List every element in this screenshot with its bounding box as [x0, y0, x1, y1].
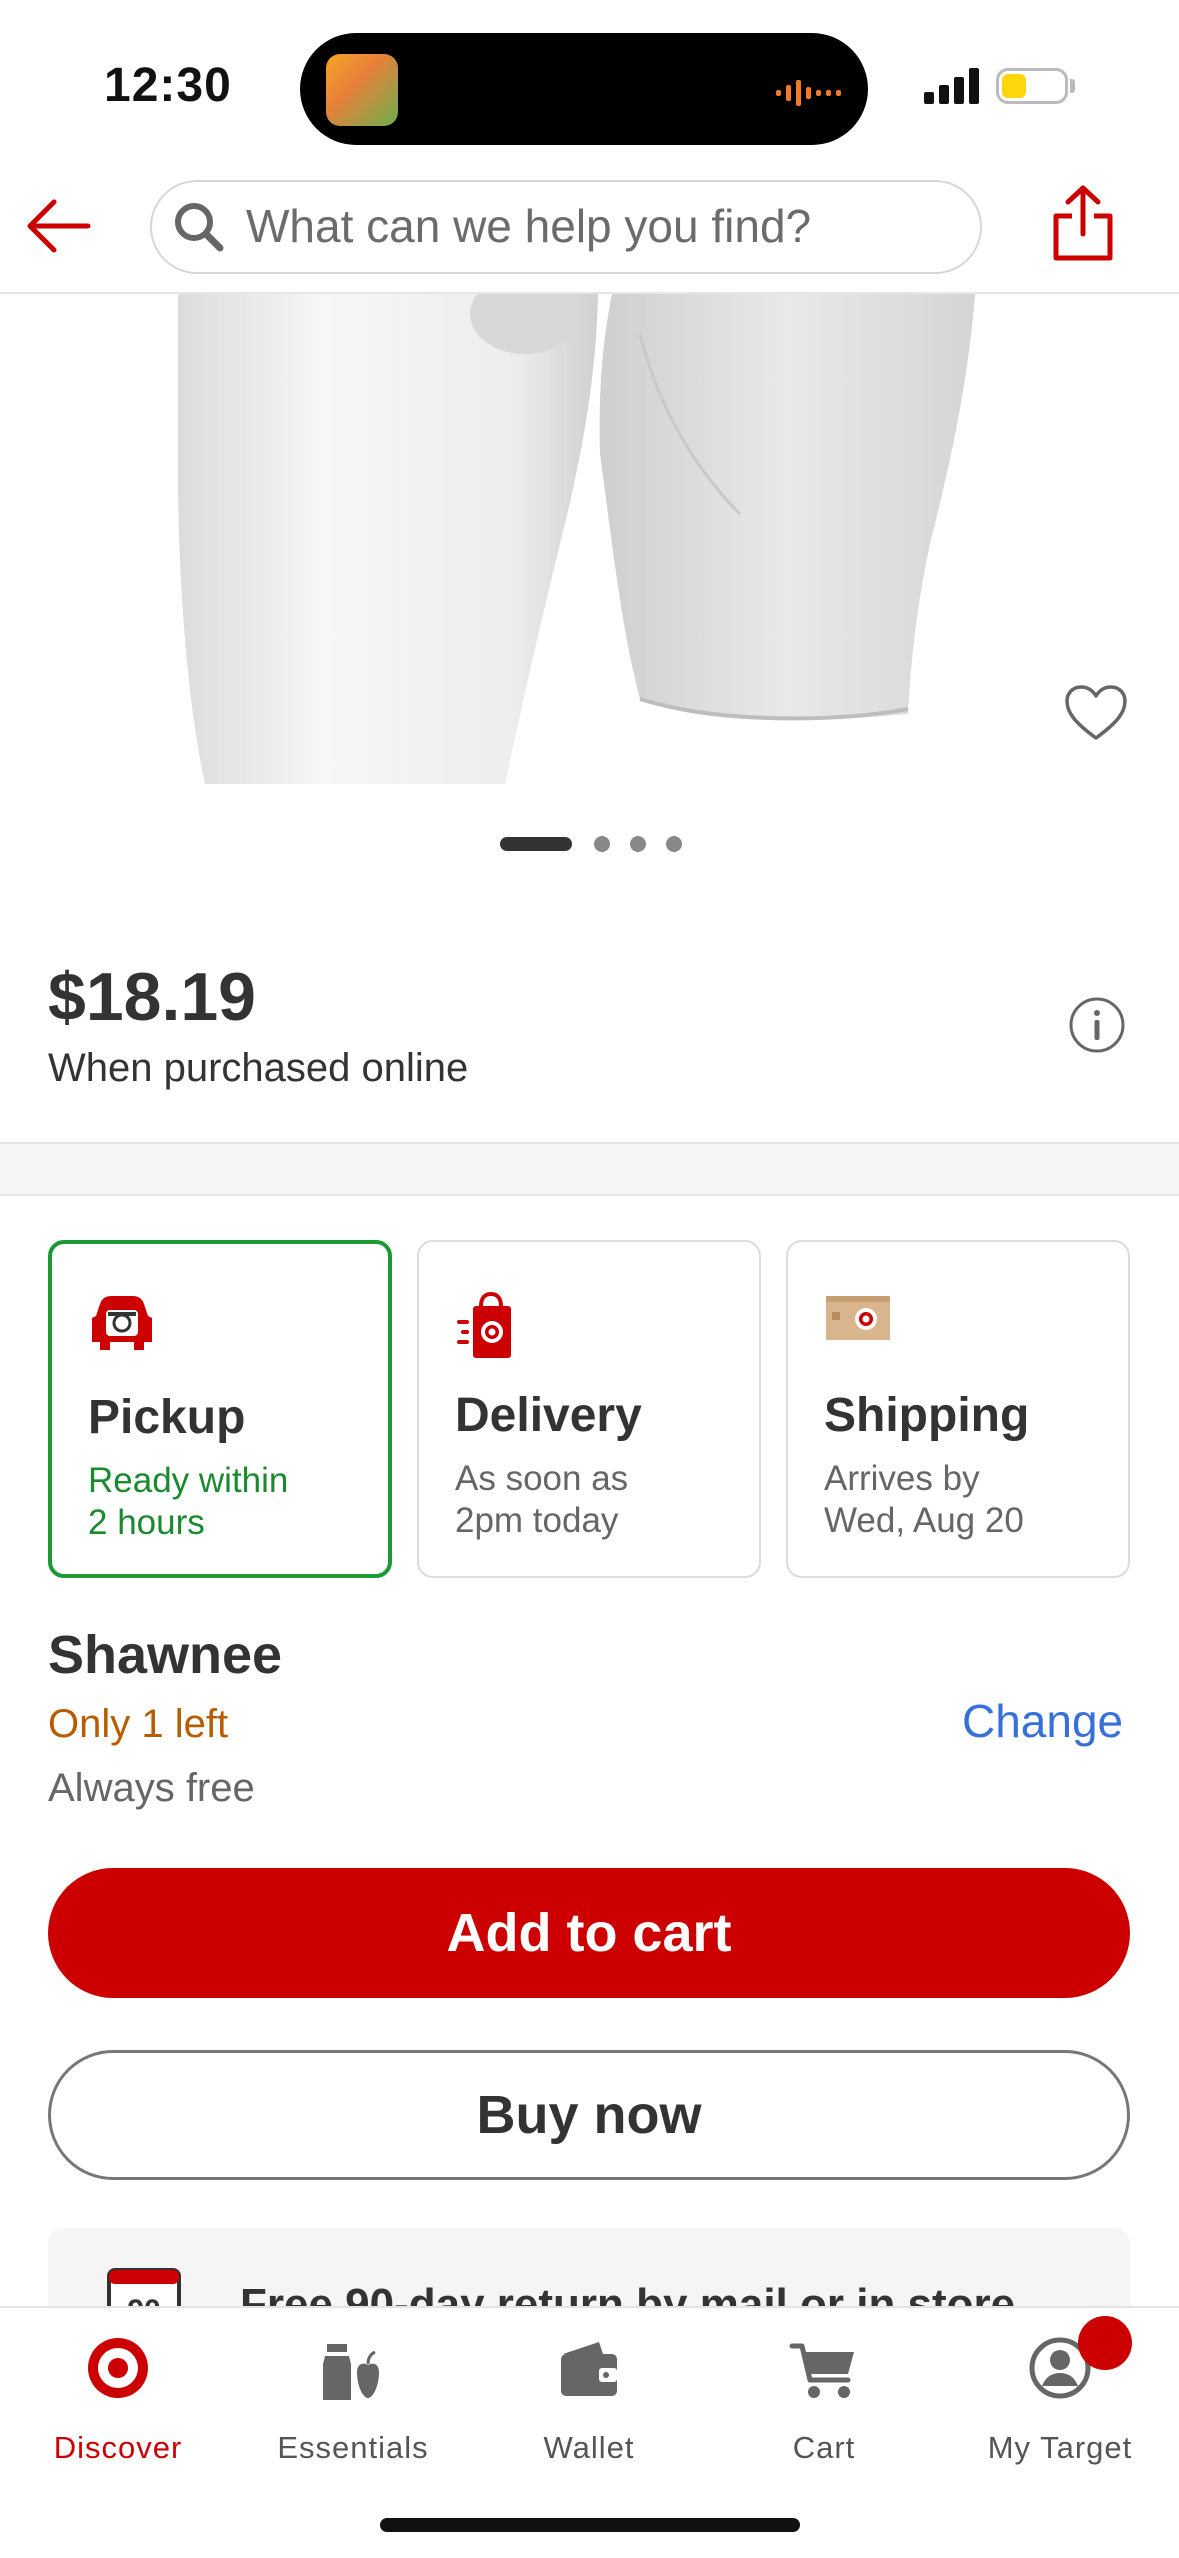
notification-badge [1078, 2316, 1132, 2370]
fulfillment-subtitle: Arrives by Wed, Aug 20 [824, 1458, 1114, 1542]
now-playing-artwork[interactable] [326, 54, 398, 126]
cellular-signal-icon [924, 68, 979, 104]
fulfillment-pickup-card[interactable]: Pickup Ready within 2 hours [48, 1240, 392, 1578]
shipping-box-icon [826, 1296, 890, 1340]
nav-essentials[interactable]: Essentials [253, 2328, 453, 2466]
image-carousel-indicator[interactable] [500, 834, 690, 854]
nav-label: Essentials [277, 2430, 429, 2465]
fulfillment-subtitle: Ready within 2 hours [88, 1460, 378, 1544]
nav-label: Cart [792, 2430, 856, 2465]
product-image[interactable] [0, 294, 1179, 794]
favorite-heart-icon[interactable] [1064, 684, 1128, 742]
home-indicator[interactable] [380, 2518, 800, 2532]
fulfillment-subtitle-line1: Ready within [88, 1461, 289, 1500]
fulfillment-shipping-card[interactable]: Shipping Arrives by Wed, Aug 20 [786, 1240, 1130, 1578]
nav-cart[interactable]: Cart [724, 2328, 924, 2466]
fulfillment-title: Delivery [455, 1389, 642, 1442]
product-price: $18.19 [48, 959, 256, 1035]
back-arrow-icon[interactable] [24, 196, 94, 256]
fulfillment-subtitle-line1: Arrives by [824, 1459, 980, 1498]
buy-now-button[interactable]: Buy now [48, 2050, 1130, 2180]
fulfillment-delivery-card[interactable]: Delivery As soon as 2pm today [417, 1240, 761, 1578]
fulfillment-subtitle-line1: As soon as [455, 1459, 629, 1498]
cart-icon [789, 2343, 854, 2398]
battery-level [1002, 74, 1026, 98]
wallet-icon [561, 2342, 617, 2396]
store-name: Shawnee [48, 1625, 283, 1685]
fulfillment-subtitle-line2: 2 hours [88, 1503, 205, 1542]
target-bullseye-icon [88, 2338, 148, 2398]
price-note: When purchased online [48, 1046, 469, 1090]
fulfillment-title: Pickup [88, 1391, 246, 1444]
essentials-icon [323, 2344, 379, 2400]
nav-discover[interactable]: Discover [18, 2328, 218, 2466]
fulfillment-subtitle-line2: 2pm today [455, 1501, 619, 1540]
section-divider [0, 1142, 1179, 1196]
nav-wallet[interactable]: Wallet [489, 2328, 689, 2466]
search-icon [175, 203, 224, 252]
info-icon[interactable] [1068, 996, 1126, 1054]
share-icon[interactable] [1050, 184, 1116, 264]
add-to-cart-button[interactable]: Add to cart [48, 1868, 1130, 1998]
change-store-link[interactable]: Change [962, 1694, 1123, 1748]
audio-waveform-icon [776, 80, 841, 106]
fulfillment-subtitle-line2: Wed, Aug 20 [824, 1501, 1024, 1540]
nav-label: Discover [53, 2430, 183, 2465]
nav-label: Wallet [543, 2430, 635, 2465]
pickup-car-icon [92, 1296, 152, 1350]
status-time: 12:30 [104, 59, 232, 112]
fulfillment-subtitle: As soon as 2pm today [455, 1458, 745, 1542]
search-input[interactable] [246, 198, 946, 254]
nav-label: My Target [987, 2430, 1133, 2465]
fulfillment-title: Shipping [824, 1389, 1030, 1442]
delivery-bag-icon [457, 1292, 511, 1358]
pickup-fee: Always free [48, 1766, 255, 1810]
battery-tip [1070, 79, 1075, 93]
stock-status: Only 1 left [48, 1702, 229, 1746]
